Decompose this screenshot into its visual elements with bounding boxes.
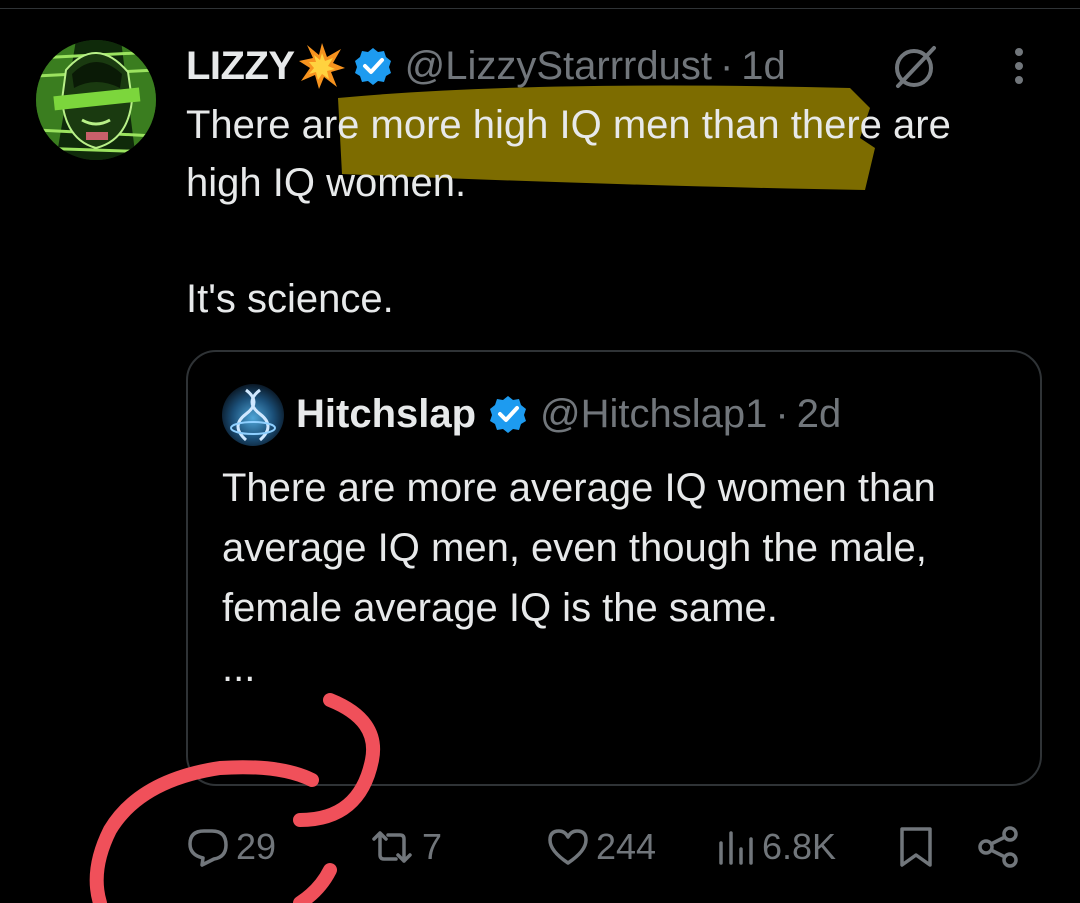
tweet-header: LIZZY @LizzyStarrrdust · 1d <box>186 40 786 92</box>
collision-emoji <box>298 43 345 89</box>
views-icon <box>719 831 753 865</box>
quote-text: There are more average IQ women than ave… <box>222 466 936 630</box>
quote-author-avatar <box>222 384 284 446</box>
top-divider <box>0 8 1080 9</box>
author-handle[interactable]: @LizzyStarrrdust <box>405 44 712 89</box>
quote-body: There are more average IQ women than ave… <box>222 458 1002 698</box>
quote-tweet-card[interactable]: Hitchslap @Hitchslap1 · 2d There are mor… <box>186 350 1042 786</box>
reply-icon <box>188 829 228 867</box>
quote-separator: · <box>775 391 789 436</box>
reply-count: 29 <box>236 826 277 867</box>
share-icon <box>978 826 1018 868</box>
reply-button[interactable]: 29 <box>186 812 276 882</box>
quote-time[interactable]: 2d <box>797 392 842 437</box>
quote-ellipsis: ... <box>222 646 256 690</box>
quote-display-name[interactable]: Hitchslap <box>296 392 476 437</box>
tweet-time[interactable]: 1d <box>741 44 786 89</box>
action-bar: 29 7 244 6.8K <box>0 812 1080 882</box>
author-avatar[interactable] <box>36 40 156 160</box>
repost-icon <box>372 831 412 863</box>
author-display-name[interactable]: LIZZY <box>186 44 295 89</box>
views-count: 6.8K <box>762 826 837 867</box>
share-button[interactable] <box>976 812 1022 882</box>
repost-count: 7 <box>422 826 443 867</box>
like-button[interactable]: 244 <box>546 812 656 882</box>
verified-badge-icon <box>354 48 391 85</box>
tweet-text-secondary: It's science. <box>186 277 394 321</box>
bookmark-button[interactable] <box>896 812 936 882</box>
quote-header: Hitchslap @Hitchslap1 · 2d <box>296 386 841 442</box>
more-options-icon[interactable] <box>1004 44 1034 88</box>
quote-handle[interactable]: @Hitchslap1 <box>540 392 767 437</box>
tweet-text-main: There are more high IQ men than there ar… <box>186 103 951 205</box>
views-button[interactable]: 6.8K <box>716 812 836 882</box>
header-separator: · <box>719 43 734 88</box>
grok-icon[interactable] <box>890 42 944 90</box>
tweet-body: There are more high IQ men than there ar… <box>186 96 1016 328</box>
like-icon <box>548 829 588 865</box>
verified-badge-icon <box>490 396 527 433</box>
repost-button[interactable]: 7 <box>368 812 442 882</box>
bookmark-icon <box>900 827 932 867</box>
like-count: 244 <box>596 826 657 867</box>
